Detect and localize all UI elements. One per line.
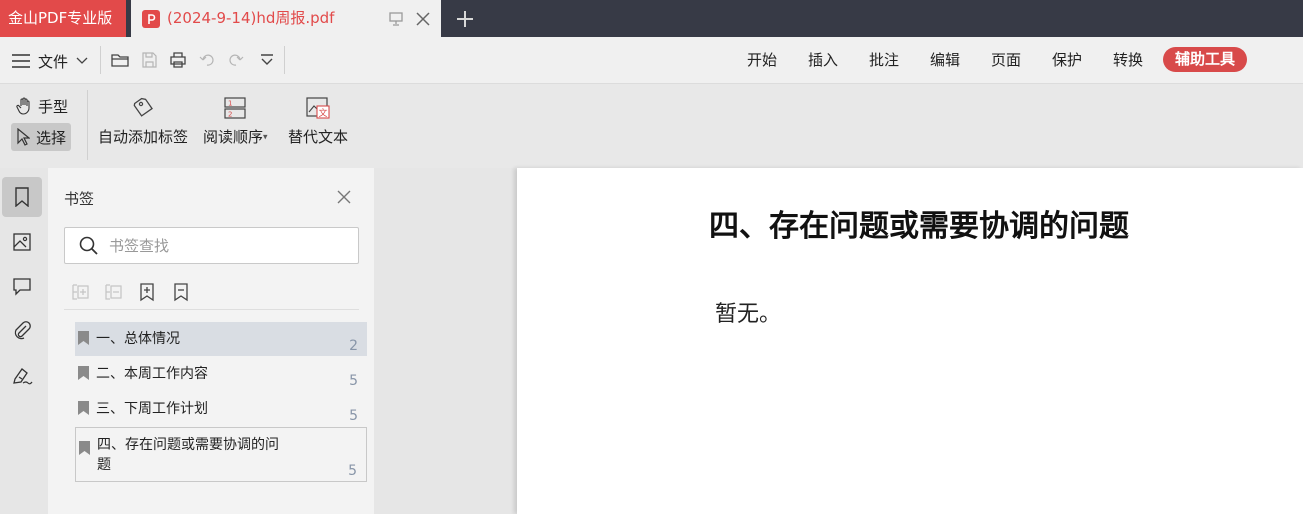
bookmark-icon [15, 187, 29, 207]
menu-bar: 文件 开始 插入 批注 编辑 页面 保护 转换 辅助工具 [0, 37, 1303, 84]
svg-text:1: 1 [228, 100, 232, 108]
customize-quick-access-icon[interactable] [258, 51, 276, 69]
sidebar-attachments-button[interactable] [2, 310, 42, 350]
svg-text:2: 2 [228, 111, 232, 119]
bookmark-item-label: 二、本周工作内容 [96, 366, 208, 382]
sidebar-thumbnails-button[interactable] [2, 222, 42, 262]
comment-icon [13, 278, 31, 296]
nav-tab-start[interactable]: 开始 [747, 49, 777, 71]
ribbon-toolbar: 手型 选择 自动添加标签 1 2 阅读顺序▾ 文 替代文本 [0, 84, 1303, 168]
alt-text-label: 替代文本 [288, 128, 349, 146]
file-menu-button[interactable]: 文件 [12, 49, 88, 73]
delete-bookmark-icon[interactable] [171, 282, 191, 302]
new-tab-plus-icon[interactable] [455, 9, 475, 29]
pen-signature-icon [13, 368, 33, 385]
expand-all-icon[interactable] [70, 282, 90, 302]
chevron-down-icon [76, 57, 88, 64]
bookmark-ribbon-icon [78, 331, 89, 345]
document-tab[interactable]: (2024-9-14)hd周报.pdf [131, 0, 441, 37]
hand-tool-label: 手型 [38, 97, 69, 116]
page-heading: 四、存在问题或需要协调的问题 [709, 209, 1129, 244]
cursor-arrow-icon [17, 128, 30, 146]
caret-down-icon: ▾ [263, 132, 268, 143]
bookmark-item[interactable]: 四、存在问题或需要协调的问题 5 [75, 427, 367, 482]
bookmark-ribbon-icon [79, 441, 90, 455]
bookmark-item[interactable]: 一、总体情况 2 [75, 322, 367, 356]
bookmark-panel: 书签 一、总体情况 2 二、本周工作内容 5 三 [48, 168, 374, 514]
bookmark-item[interactable]: 二、本周工作内容 5 [75, 357, 367, 391]
nav-tab-protect[interactable]: 保护 [1052, 49, 1082, 71]
save-icon[interactable] [140, 51, 158, 69]
nav-tab-edit[interactable]: 编辑 [930, 49, 960, 71]
reading-order-icon: 1 2 [224, 97, 246, 119]
svg-text:文: 文 [319, 107, 328, 119]
open-folder-icon[interactable] [111, 51, 129, 69]
reading-order-label: 阅读顺序 [203, 128, 264, 146]
hamburger-icon [12, 54, 30, 68]
sidebar-bookmarks-button[interactable] [2, 177, 42, 217]
paperclip-icon [14, 321, 31, 340]
nav-tab-annotate[interactable]: 批注 [869, 49, 899, 71]
auto-add-tags-button[interactable]: 自动添加标签 [98, 96, 188, 147]
alt-text-button[interactable]: 文 替代文本 [288, 96, 348, 147]
menu-divider [100, 46, 101, 74]
bookmark-item-label: 四、存在问题或需要协调的问题 [97, 437, 279, 473]
image-icon [13, 233, 31, 251]
select-tool-label: 选择 [36, 128, 67, 147]
reading-order-button[interactable]: 1 2 阅读顺序▾ [203, 96, 268, 147]
sidebar-rail [0, 168, 48, 514]
hand-tool-button[interactable]: 手型 [11, 92, 73, 120]
pdf-file-icon [142, 10, 160, 28]
collapse-all-icon[interactable] [103, 282, 123, 302]
tag-icon [133, 97, 153, 117]
tab-bar: 金山PDF专业版 (2024-9-14)hd周报.pdf [0, 0, 1303, 37]
alt-text-image-icon: 文 [306, 97, 330, 119]
app-tab[interactable]: 金山PDF专业版 [0, 0, 126, 37]
hand-icon [16, 97, 30, 115]
close-tab-icon[interactable] [415, 11, 431, 27]
menu-divider [284, 46, 285, 74]
bookmark-ribbon-icon [78, 366, 89, 380]
add-bookmark-icon[interactable] [137, 282, 157, 302]
bookmark-search-box[interactable] [64, 227, 359, 264]
file-menu-label: 文件 [38, 52, 69, 71]
bookmark-search-input[interactable] [107, 234, 347, 258]
close-panel-icon[interactable] [336, 189, 352, 205]
undo-icon[interactable] [198, 51, 216, 69]
bookmark-item-page: 5 [349, 408, 358, 424]
bookmark-item-page: 2 [349, 338, 358, 354]
select-tool-button[interactable]: 选择 [11, 123, 72, 151]
bookmark-ribbon-icon [78, 401, 89, 415]
bookmark-item-label: 一、总体情况 [96, 331, 180, 347]
auto-add-tags-label: 自动添加标签 [98, 128, 189, 146]
bookmark-item-page: 5 [349, 373, 358, 389]
nav-tab-accessibility-tools[interactable]: 辅助工具 [1163, 47, 1247, 72]
search-icon [79, 236, 98, 255]
page-body-text: 暂无。 [715, 302, 782, 327]
sidebar-signatures-button[interactable] [2, 356, 42, 396]
ribbon-divider [87, 90, 88, 160]
document-viewer[interactable]: 四、存在问题或需要协调的问题 暂无。 [374, 168, 1303, 514]
print-icon[interactable] [169, 51, 187, 69]
pdf-page[interactable]: 四、存在问题或需要协调的问题 暂无。 [517, 168, 1303, 514]
monitor-icon[interactable] [388, 11, 404, 27]
bookmark-item[interactable]: 三、下周工作计划 5 [75, 392, 367, 426]
document-tab-title: (2024-9-14)hd周报.pdf [167, 9, 335, 27]
panel-divider [64, 309, 359, 310]
sidebar-comments-button[interactable] [2, 266, 42, 306]
redo-icon[interactable] [227, 51, 245, 69]
panel-title: 书签 [64, 190, 95, 208]
bookmark-item-label: 三、下周工作计划 [96, 401, 208, 417]
bookmark-item-page: 5 [348, 463, 357, 479]
nav-tab-page[interactable]: 页面 [991, 49, 1021, 71]
nav-tab-convert[interactable]: 转换 [1113, 49, 1143, 71]
nav-tab-insert[interactable]: 插入 [808, 49, 838, 71]
